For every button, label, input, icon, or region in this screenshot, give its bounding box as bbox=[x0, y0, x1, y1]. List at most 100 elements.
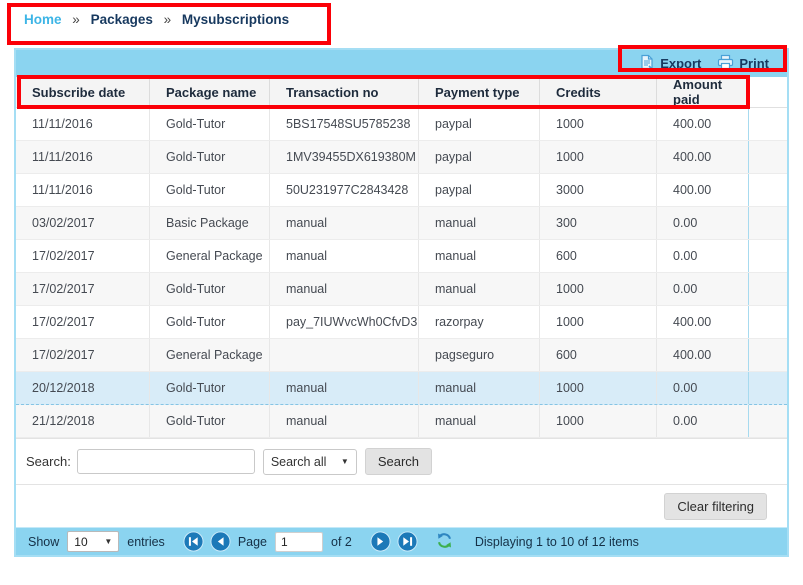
last-page-button[interactable] bbox=[397, 531, 418, 552]
table-cell: 400.00 bbox=[657, 306, 749, 338]
export-document-icon bbox=[639, 54, 655, 73]
table-cell: Basic Package bbox=[150, 207, 270, 239]
search-label: Search: bbox=[26, 454, 71, 469]
table-header: Subscribe date Package name Transaction … bbox=[16, 77, 787, 108]
table-cell: manual bbox=[270, 207, 419, 239]
export-button[interactable]: Export bbox=[639, 54, 701, 73]
grid-toolbar: Export Print bbox=[16, 50, 787, 77]
column-header-transaction-no[interactable]: Transaction no bbox=[270, 77, 419, 107]
table-cell: 1000 bbox=[540, 273, 657, 305]
table-cell: manual bbox=[270, 405, 419, 437]
table-cell: 600 bbox=[540, 339, 657, 371]
table-cell: paypal bbox=[419, 108, 540, 140]
table-cell: Gold-Tutor bbox=[150, 306, 270, 338]
column-header-subscribe-date[interactable]: Subscribe date bbox=[16, 77, 150, 107]
table-row[interactable]: 17/02/2017General Packagepagseguro600400… bbox=[16, 339, 787, 372]
printer-icon bbox=[717, 54, 734, 73]
table-cell: Gold-Tutor bbox=[150, 141, 270, 173]
breadcrumb-link-packages[interactable]: Packages bbox=[91, 12, 153, 27]
column-header-package-name[interactable]: Package name bbox=[150, 77, 270, 107]
table-row[interactable]: 20/12/2018Gold-Tutormanualmanual10000.00 bbox=[16, 372, 787, 405]
table-cell: General Package bbox=[150, 240, 270, 272]
entries-label: entries bbox=[127, 535, 165, 549]
table-cell: 0.00 bbox=[657, 372, 749, 404]
search-scope-value: Search all bbox=[271, 455, 327, 469]
table-row[interactable]: 11/11/2016Gold-Tutor5BS17548SU5785238pay… bbox=[16, 108, 787, 141]
table-cell: 03/02/2017 bbox=[16, 207, 150, 239]
table-row[interactable]: 21/12/2018Gold-Tutormanualmanual10000.00 bbox=[16, 405, 787, 438]
table-cell: 11/11/2016 bbox=[16, 108, 150, 140]
print-button[interactable]: Print bbox=[717, 54, 769, 73]
table-row[interactable]: 03/02/2017Basic Packagemanualmanual3000.… bbox=[16, 207, 787, 240]
table-cell: Gold-Tutor bbox=[150, 405, 270, 437]
table-cell: 400.00 bbox=[657, 108, 749, 140]
table-cell: 20/12/2018 bbox=[16, 372, 150, 404]
row-filler bbox=[749, 174, 787, 206]
table-cell: razorpay bbox=[419, 306, 540, 338]
refresh-icon[interactable] bbox=[435, 531, 456, 552]
page-number-input[interactable] bbox=[275, 532, 323, 552]
table-cell: paypal bbox=[419, 141, 540, 173]
next-page-button[interactable] bbox=[370, 531, 391, 552]
table-cell: 17/02/2017 bbox=[16, 273, 150, 305]
search-input[interactable] bbox=[77, 449, 255, 474]
table-row[interactable]: 11/11/2016Gold-Tutor1MV39455DX619380Mpay… bbox=[16, 141, 787, 174]
table-cell: 17/02/2017 bbox=[16, 240, 150, 272]
table-cell: 0.00 bbox=[657, 273, 749, 305]
table-cell: 1000 bbox=[540, 141, 657, 173]
table-cell: manual bbox=[419, 372, 540, 404]
table-cell: 21/12/2018 bbox=[16, 405, 150, 437]
table-cell: Gold-Tutor bbox=[150, 273, 270, 305]
first-page-button[interactable] bbox=[183, 531, 204, 552]
table-cell: Gold-Tutor bbox=[150, 372, 270, 404]
table-cell: 0.00 bbox=[657, 207, 749, 239]
export-label: Export bbox=[660, 56, 701, 71]
breadcrumb-item-mysubscriptions: Mysubscriptions bbox=[182, 12, 289, 27]
table-cell: manual bbox=[270, 372, 419, 404]
table-cell: paypal bbox=[419, 174, 540, 206]
table-cell: 1MV39455DX619380M bbox=[270, 141, 419, 173]
row-filler bbox=[749, 141, 787, 173]
column-header-payment-type[interactable]: Payment type bbox=[419, 77, 540, 107]
table-cell: manual bbox=[419, 207, 540, 239]
table-cell: 0.00 bbox=[657, 405, 749, 437]
table-cell: 3000 bbox=[540, 174, 657, 206]
breadcrumb-link-home[interactable]: Home bbox=[24, 12, 62, 27]
breadcrumb-separator: » bbox=[164, 12, 172, 27]
pager-bar: Show 10 ▼ entries Page of 2 bbox=[16, 527, 787, 555]
row-filler bbox=[749, 405, 787, 437]
table-cell: 400.00 bbox=[657, 141, 749, 173]
table-cell: Gold-Tutor bbox=[150, 108, 270, 140]
page-label: Page bbox=[238, 535, 267, 549]
table-row[interactable]: 17/02/2017Gold-Tutormanualmanual10000.00 bbox=[16, 273, 787, 306]
table-row[interactable]: 17/02/2017General Packagemanualmanual600… bbox=[16, 240, 787, 273]
table-cell: 400.00 bbox=[657, 174, 749, 206]
table-cell: manual bbox=[270, 273, 419, 305]
table-row[interactable]: 11/11/2016Gold-Tutor50U231977C2843428pay… bbox=[16, 174, 787, 207]
table-cell: pay_7IUWvcWh0CfvD3 bbox=[270, 306, 419, 338]
table-row[interactable]: 17/02/2017Gold-Tutorpay_7IUWvcWh0CfvD3ra… bbox=[16, 306, 787, 339]
table-cell: manual bbox=[419, 240, 540, 272]
search-button[interactable]: Search bbox=[365, 448, 432, 475]
clear-filter-bar: Clear filtering bbox=[16, 484, 787, 527]
table-cell: 0.00 bbox=[657, 240, 749, 272]
table-cell: Gold-Tutor bbox=[150, 174, 270, 206]
search-scope-select[interactable]: Search all ▼ bbox=[263, 449, 357, 475]
row-filler bbox=[749, 339, 787, 371]
row-filler bbox=[749, 108, 787, 140]
row-filler bbox=[749, 240, 787, 272]
pager-status: Displaying 1 to 10 of 12 items bbox=[475, 535, 639, 549]
header-filler bbox=[749, 77, 787, 107]
column-header-amount-paid[interactable]: Amount paid bbox=[657, 77, 749, 107]
previous-page-button[interactable] bbox=[210, 531, 231, 552]
page-size-select[interactable]: 10 ▼ bbox=[67, 531, 119, 552]
print-label: Print bbox=[739, 56, 769, 71]
page-size-value: 10 bbox=[74, 535, 87, 549]
search-bar: Search: Search all ▼ Search bbox=[16, 438, 787, 484]
column-header-credits[interactable]: Credits bbox=[540, 77, 657, 107]
row-filler bbox=[749, 207, 787, 239]
table-cell: manual bbox=[270, 240, 419, 272]
row-filler bbox=[749, 372, 787, 404]
table-cell: 11/11/2016 bbox=[16, 174, 150, 206]
clear-filtering-button[interactable]: Clear filtering bbox=[664, 493, 767, 520]
